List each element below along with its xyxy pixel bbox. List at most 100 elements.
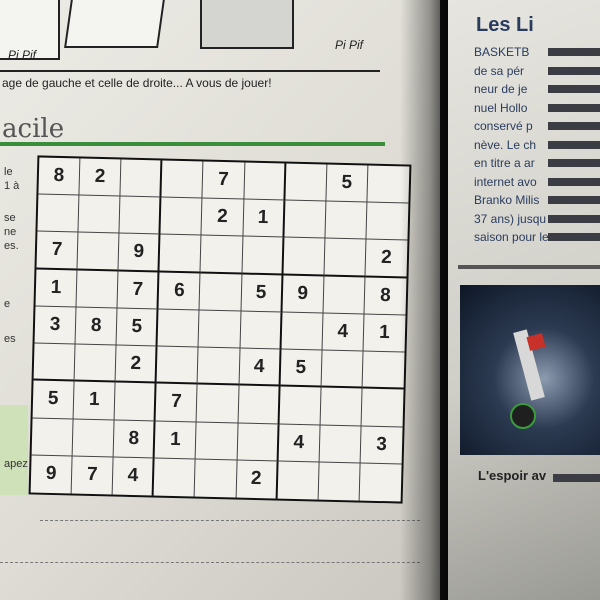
- sudoku-cell: [78, 195, 121, 234]
- sudoku-cell: 7: [155, 383, 198, 423]
- sudoku-cell: [281, 312, 324, 351]
- sudoku-cell: [285, 163, 328, 202]
- right-page-title: Les Li: [476, 14, 534, 36]
- sudoku-cell: [318, 462, 361, 501]
- sudoku-cell: 4: [322, 313, 365, 352]
- cartoon-object-cart: [64, 0, 166, 48]
- sudoku-cell: [114, 382, 157, 422]
- sudoku-cell: [198, 310, 242, 349]
- article-redaction: [548, 122, 600, 130]
- sudoku-cell: [159, 234, 202, 274]
- article-redaction: [548, 159, 600, 167]
- sudoku-grid: 8275217921765983854124551781439742: [28, 155, 412, 504]
- sudoku-cell: [76, 270, 119, 309]
- sudoku-cell: 2: [115, 345, 158, 384]
- sudoku-cell: 5: [116, 308, 159, 347]
- sudoku-cell: 2: [201, 198, 244, 237]
- article-redaction: [548, 140, 600, 149]
- sudoku-cell: [199, 273, 243, 312]
- page-fold-shadow: [400, 0, 450, 600]
- sudoku-cell: 5: [326, 164, 369, 203]
- sudoku-cell: [362, 351, 405, 390]
- sudoku-cell: [324, 238, 367, 278]
- margin-highlight: [0, 405, 28, 495]
- left-newspaper-page: Pi Pif Pi Pif age de gauche et celle de …: [0, 0, 440, 600]
- article-redaction: [548, 48, 600, 56]
- sudoku-cell: 9: [118, 233, 161, 273]
- sudoku-cell: [153, 458, 197, 497]
- sudoku-cell: [242, 236, 285, 276]
- sudoku-cell: 7: [36, 231, 79, 271]
- sudoku-cell: 9: [282, 275, 325, 314]
- cartoon-caption: age de gauche et celle de droite... A vo…: [2, 76, 272, 90]
- sudoku-cell: 1: [73, 381, 116, 421]
- sudoku-cell: 7: [71, 456, 114, 495]
- right-page-divider: [458, 265, 600, 269]
- article-line: en titre a ar: [474, 156, 535, 170]
- margin-text-3: se: [4, 212, 16, 224]
- sudoku-cell: 3: [360, 426, 403, 465]
- sudoku-cell: [320, 387, 363, 427]
- sudoku-cell: [325, 201, 368, 240]
- sudoku-cell: 4: [112, 457, 155, 496]
- cartoon-object-box: [200, 0, 294, 49]
- article-line: nève. Le ch: [474, 137, 537, 152]
- section-title: acile: [2, 114, 65, 144]
- article-redaction: [548, 196, 600, 204]
- sudoku-cell: 7: [202, 161, 245, 200]
- sudoku-cell: [361, 388, 404, 428]
- sudoku-cell: [161, 160, 204, 199]
- sudoku-cell: 1: [154, 421, 198, 460]
- sudoku-cell: [283, 237, 326, 277]
- photo-caption: L'espoir av: [478, 468, 547, 483]
- sudoku-cell: [323, 276, 366, 315]
- sudoku-cell: [237, 423, 280, 462]
- section-divider: [0, 142, 385, 146]
- article-line: de sa pér: [474, 63, 525, 78]
- article-redaction: [548, 66, 600, 75]
- article-line: Branko Milis: [474, 193, 540, 207]
- sudoku-cell: 4: [239, 348, 282, 387]
- cartoon-signature-right: Pi Pif: [335, 38, 364, 52]
- sudoku-cell: [197, 384, 240, 424]
- sudoku-cell: [197, 347, 241, 386]
- margin-text-8: apez: [4, 458, 28, 470]
- sudoku-cell: [196, 422, 239, 461]
- sudoku-cell: [157, 309, 200, 348]
- sudoku-cell: [77, 232, 120, 272]
- sudoku-cell: [359, 463, 401, 501]
- sudoku-cell: [156, 346, 199, 385]
- dashed-cut-line-upper: [40, 520, 420, 521]
- margin-text-7: es: [4, 333, 16, 345]
- article-redaction: [548, 85, 600, 93]
- sudoku-cell: [72, 419, 115, 458]
- sudoku-cell: [74, 344, 117, 383]
- article-redaction: [548, 233, 600, 241]
- sudoku-cell: 6: [158, 272, 201, 311]
- sudoku-cell: 2: [236, 460, 279, 499]
- article-line: BASKETB: [474, 45, 530, 59]
- article-line: nuel Hollo: [474, 100, 528, 115]
- article-line: saison pour le: [474, 230, 549, 244]
- sudoku-cell: 9: [30, 455, 73, 494]
- sudoku-cell: 3: [34, 306, 77, 345]
- sudoku-cell: [243, 162, 287, 201]
- sudoku-cell: 8: [113, 420, 156, 459]
- sudoku-cell: [284, 200, 327, 239]
- cartoon-signature-left: Pi Pif: [8, 48, 37, 62]
- sudoku-cell: [195, 459, 238, 498]
- sudoku-cell: [119, 196, 162, 235]
- sudoku-cell: [31, 418, 74, 457]
- sudoku-cell: [160, 197, 203, 236]
- article-redaction: [548, 214, 600, 223]
- sudoku-cell: [321, 350, 364, 389]
- sudoku-cell: [33, 343, 76, 382]
- margin-text-2: 1 à: [4, 180, 20, 192]
- sudoku-cell: 8: [38, 157, 81, 196]
- article-redaction: [548, 103, 600, 112]
- article-line: neur de je: [474, 82, 528, 96]
- article-line: 37 ans) jusqu: [474, 211, 547, 226]
- caption-redaction: [553, 474, 600, 482]
- sudoku-cell: [319, 425, 362, 464]
- article-line: conservé p: [474, 119, 533, 133]
